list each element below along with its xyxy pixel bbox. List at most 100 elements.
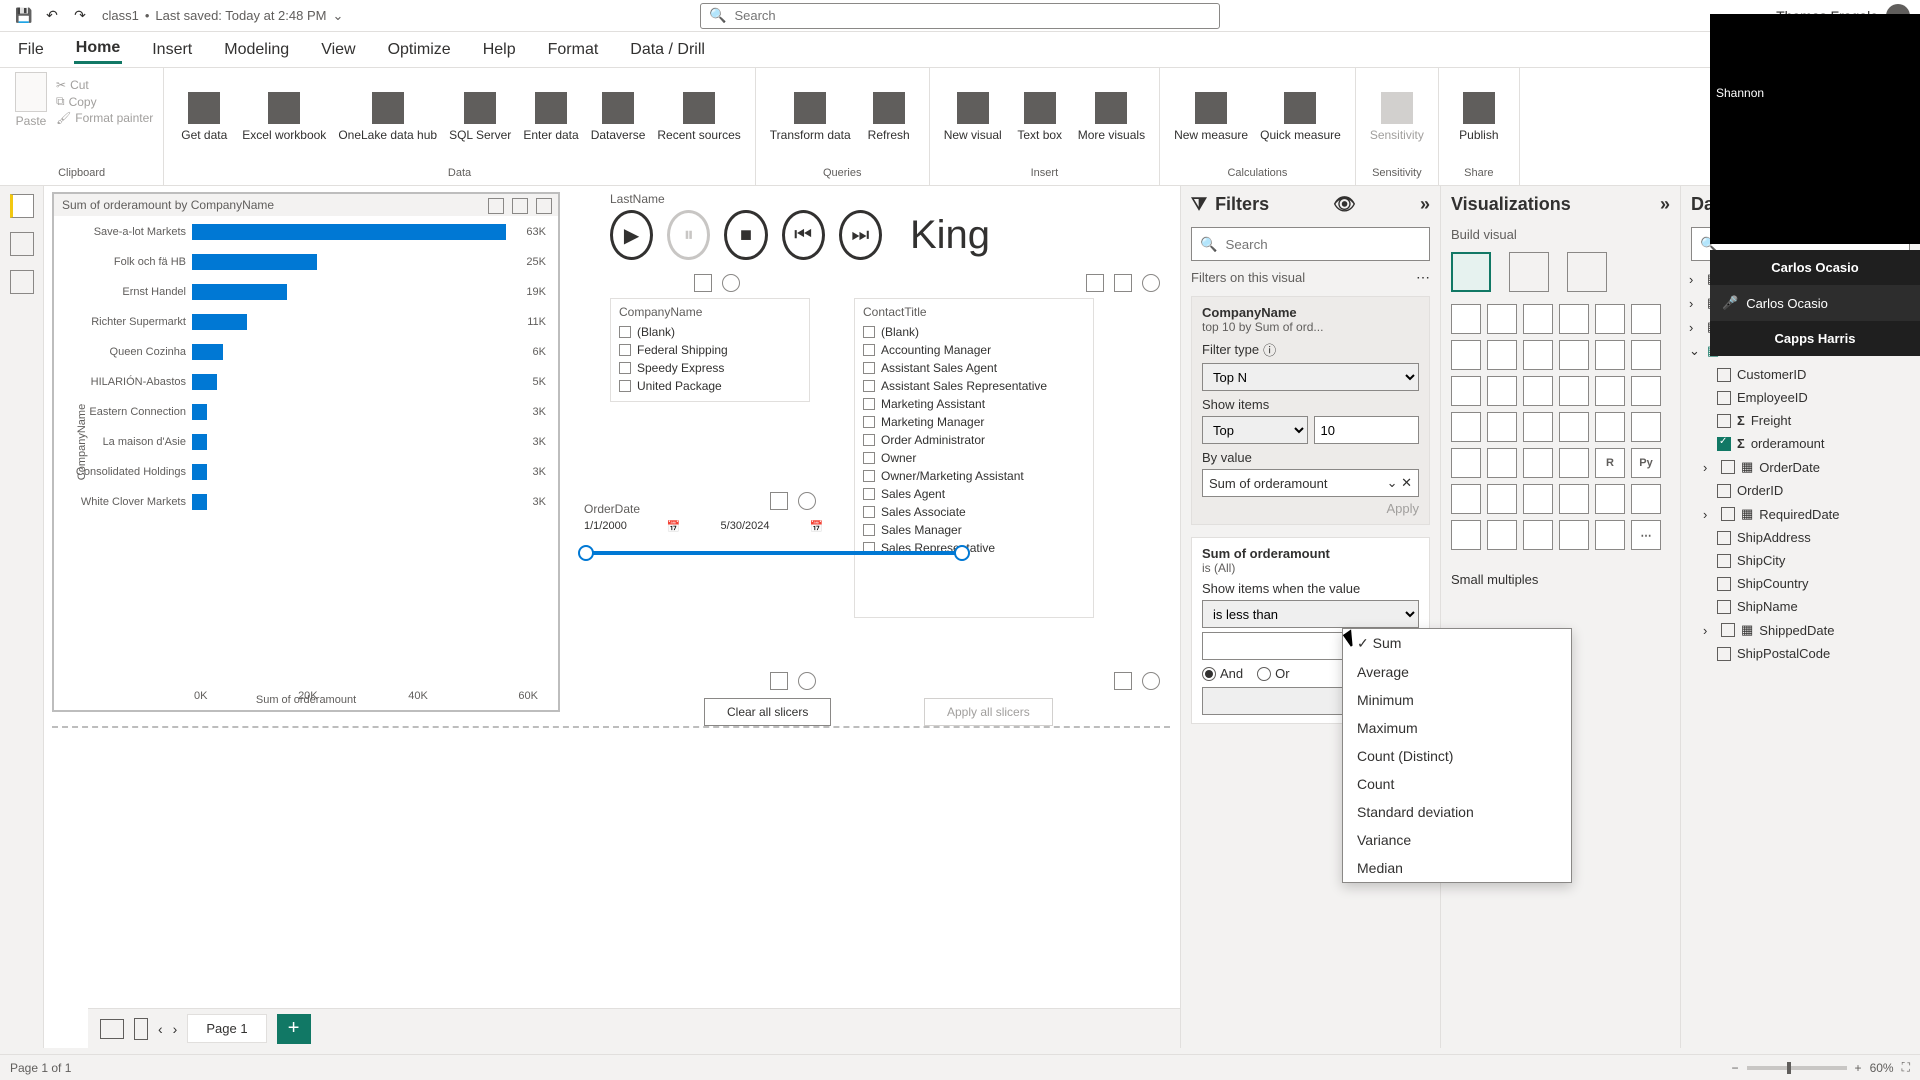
viz-type-icon[interactable] <box>1631 304 1661 334</box>
aggregation-menu[interactable]: SumAverageMinimumMaximumCount (Distinct)… <box>1342 628 1572 883</box>
ribbon-enter-data[interactable]: Enter data <box>519 72 582 162</box>
agg-option-sum[interactable]: Sum <box>1343 629 1571 658</box>
viz-type-icon[interactable] <box>1487 376 1517 406</box>
field-shipcity[interactable]: ShipCity <box>1689 551 1912 570</box>
bar-row[interactable]: Richter Supermarkt11K <box>66 314 546 330</box>
ribbon-new-measure[interactable]: New measure <box>1170 72 1252 162</box>
filter-card-company[interactable]: CompanyName top 10 by Sum of ord... Filt… <box>1191 296 1430 525</box>
slicer-item[interactable]: Owner <box>863 449 1085 467</box>
ribbon-more-visuals[interactable]: More visuals <box>1074 72 1149 162</box>
slicer-item[interactable]: Sales Agent <box>863 485 1085 503</box>
page-prev-icon[interactable]: ‹ <box>158 1021 163 1037</box>
viz-type-icon[interactable] <box>1523 340 1553 370</box>
zoom-level[interactable]: 60% <box>1870 1061 1894 1075</box>
slider-handle-right[interactable] <box>954 545 970 561</box>
checkbox[interactable] <box>619 326 631 338</box>
stop-button[interactable]: ■ <box>724 210 767 260</box>
ribbon-refresh[interactable]: Refresh <box>859 72 919 162</box>
collapse-icon[interactable]: » <box>1420 194 1430 215</box>
checkbox[interactable] <box>863 470 875 482</box>
field-orderid[interactable]: OrderID <box>1689 481 1912 500</box>
viz-type-icon[interactable] <box>1559 412 1589 442</box>
calendar-icon-2[interactable]: 📅 <box>809 520 823 533</box>
slider-handle-left[interactable] <box>578 545 594 561</box>
viz-type-icon[interactable] <box>1523 520 1553 550</box>
field-checkbox[interactable] <box>1717 437 1731 451</box>
viz-type-icon[interactable] <box>1487 520 1517 550</box>
zoom-slider[interactable] <box>1747 1066 1847 1070</box>
agg-option-standard-deviation[interactable]: Standard deviation <box>1343 798 1571 826</box>
pause-button[interactable]: ⏸ <box>667 210 710 260</box>
checkbox[interactable] <box>619 344 631 356</box>
viz-type-icon[interactable] <box>1595 484 1625 514</box>
contact-slicer[interactable]: ContactTitle (Blank)Accounting ManagerAs… <box>854 298 1094 618</box>
format-tab-icon[interactable] <box>1509 252 1549 292</box>
chart-icon[interactable] <box>694 274 712 292</box>
viz-type-icon[interactable] <box>1451 340 1481 370</box>
viz-type-icon[interactable] <box>1595 520 1625 550</box>
field-checkbox[interactable] <box>1717 368 1731 382</box>
ribbon-quick-measure[interactable]: Quick measure <box>1256 72 1345 162</box>
checkbox[interactable] <box>619 380 631 392</box>
checkbox[interactable] <box>863 434 875 446</box>
field-checkbox[interactable] <box>1717 600 1731 614</box>
clear-icon-4[interactable] <box>798 672 816 690</box>
bar-row[interactable]: Consolidated Holdings3K <box>66 464 546 480</box>
viz-type-icon[interactable] <box>1523 304 1553 334</box>
viz-type-icon[interactable]: R <box>1595 448 1625 478</box>
chart-icon-4[interactable] <box>770 492 788 510</box>
checkbox[interactable] <box>619 362 631 374</box>
ribbon-transform-data[interactable]: Transform data <box>766 72 855 162</box>
checkbox[interactable] <box>863 452 875 464</box>
ribbon-onelake-data-hub[interactable]: OneLake data hub <box>334 72 441 162</box>
filter-type-select[interactable]: Top N <box>1202 363 1419 391</box>
calendar-icon[interactable]: 📅 <box>667 520 681 533</box>
ribbon-recent-sources[interactable]: Recent sources <box>653 72 744 162</box>
build-tab-icon[interactable] <box>1451 252 1491 292</box>
topn-input[interactable] <box>1314 416 1420 444</box>
fit-page-icon[interactable]: ⛶ <box>1902 1060 1910 1075</box>
viz-type-icon[interactable] <box>1631 412 1661 442</box>
field-checkbox[interactable] <box>1721 623 1735 637</box>
info-icon[interactable]: ⓘ <box>1263 340 1276 359</box>
field-customerid[interactable]: CustomerID <box>1689 365 1912 384</box>
viz-type-icon[interactable] <box>1523 484 1553 514</box>
top-bottom-select[interactable]: Top <box>1202 416 1308 444</box>
viz-type-icon[interactable] <box>1559 304 1589 334</box>
ribbon-excel-workbook[interactable]: Excel workbook <box>238 72 330 162</box>
play-button[interactable]: ▶ <box>610 210 653 260</box>
menu-tab-modeling[interactable]: Modeling <box>222 37 291 63</box>
slicer-item[interactable]: (Blank) <box>619 323 801 341</box>
chart-icon-2[interactable] <box>1086 274 1104 292</box>
field-checkbox[interactable] <box>1717 484 1731 498</box>
viz-type-icon[interactable] <box>1451 448 1481 478</box>
checkbox[interactable] <box>863 416 875 428</box>
menu-tab-view[interactable]: View <box>319 37 357 63</box>
collapse-icon[interactable]: » <box>1660 194 1670 215</box>
bar-row[interactable]: La maison d'Asie3K <box>66 434 546 450</box>
ribbon-sql-server[interactable]: SQL Server <box>445 72 515 162</box>
slicer-item[interactable]: Order Administrator <box>863 431 1085 449</box>
analytics-tab-icon[interactable] <box>1567 252 1607 292</box>
slicer-item[interactable]: Marketing Assistant <box>863 395 1085 413</box>
field-shipaddress[interactable]: ShipAddress <box>1689 528 1912 547</box>
checkbox[interactable] <box>863 398 875 410</box>
viz-type-icon[interactable] <box>1487 304 1517 334</box>
menu-tab-home[interactable]: Home <box>74 35 122 64</box>
agg-option-median[interactable]: Median <box>1343 854 1571 882</box>
slicer-item[interactable]: Speedy Express <box>619 359 801 377</box>
checkbox[interactable] <box>863 362 875 374</box>
slicer-item[interactable]: Assistant Sales Representative <box>863 377 1085 395</box>
bar-row[interactable]: Folk och fä HB25K <box>66 254 546 270</box>
viz-type-icon[interactable] <box>1595 376 1625 406</box>
agg-option-count-distinct-[interactable]: Count (Distinct) <box>1343 742 1571 770</box>
checkbox[interactable] <box>863 380 875 392</box>
clear-icon-5[interactable] <box>1142 672 1160 690</box>
company-slicer[interactable]: CompanyName (Blank)Federal ShippingSpeed… <box>610 298 810 402</box>
viz-type-icon[interactable] <box>1559 376 1589 406</box>
field-shippostalcode[interactable]: ShipPostalCode <box>1689 644 1912 663</box>
slicer-item[interactable]: Marketing Manager <box>863 413 1085 431</box>
slicer-item[interactable]: United Package <box>619 377 801 395</box>
slicer-item[interactable]: Federal Shipping <box>619 341 801 359</box>
viz-type-icon[interactable] <box>1559 484 1589 514</box>
